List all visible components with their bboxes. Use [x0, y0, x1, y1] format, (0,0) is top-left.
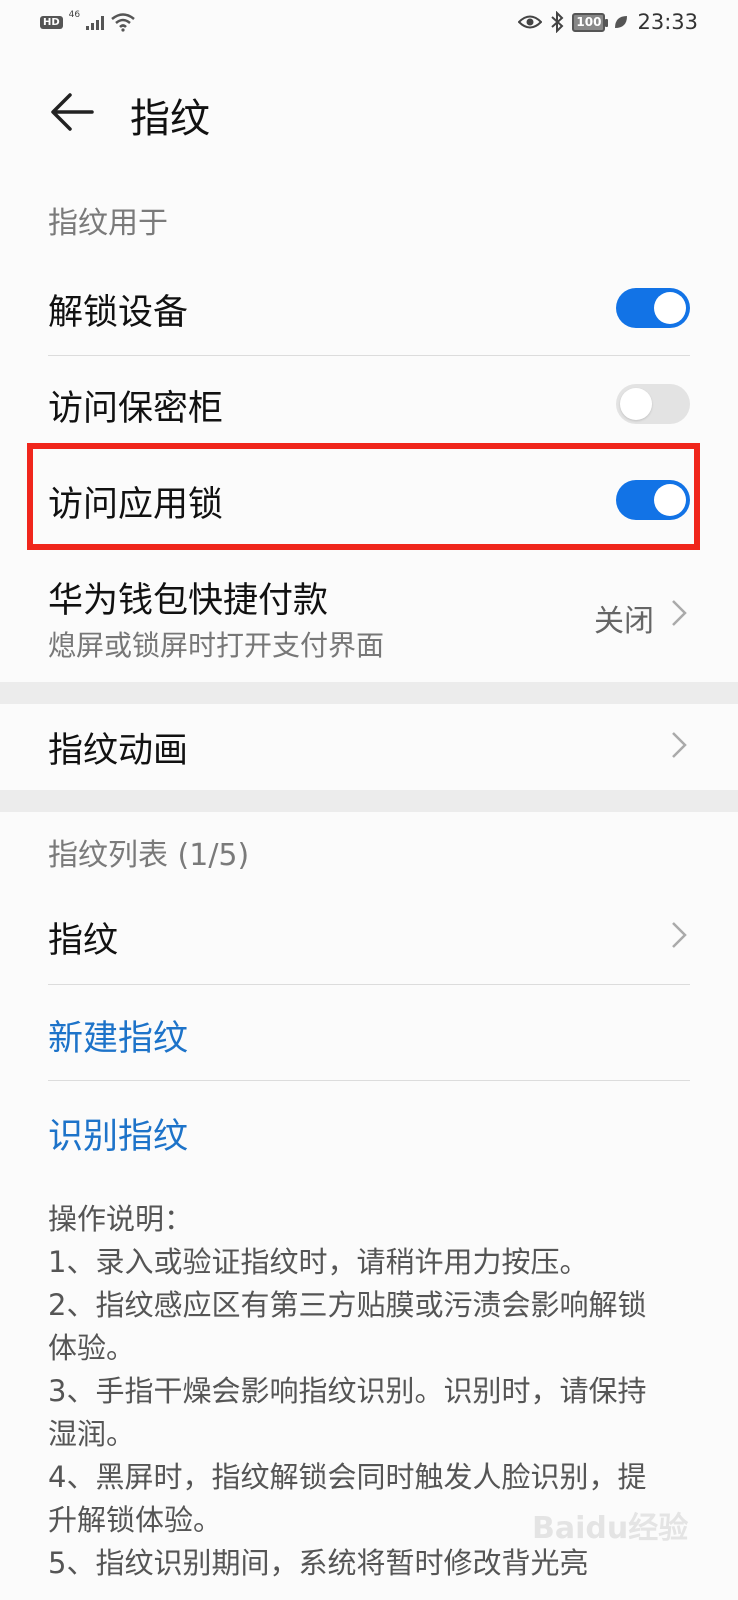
- bluetooth-icon: [551, 11, 564, 33]
- battery-icon: 100: [572, 12, 609, 32]
- watermark: Baidu经验: [532, 1495, 702, 1555]
- page-title: 指纹: [130, 96, 210, 142]
- divider: [48, 984, 690, 985]
- fingerprint-animation-row[interactable]: 指纹动画: [0, 704, 738, 790]
- highlight-box: [27, 443, 700, 550]
- wallet-label: 华为钱包快捷付款: [48, 581, 329, 621]
- new-fingerprint-link[interactable]: 新建指纹: [48, 1010, 188, 1061]
- unlock-device-switch[interactable]: [616, 288, 690, 328]
- status-right: 100 23:33: [518, 10, 698, 34]
- switch-knob: [620, 388, 652, 420]
- toggle-label: 解锁设备: [48, 293, 189, 333]
- wallet-sublabel: 熄屏或锁屏时打开支付界面: [48, 629, 385, 662]
- hd-badge: HD: [40, 15, 63, 29]
- safe-switch[interactable]: [616, 384, 690, 424]
- back-arrow-icon[interactable]: [44, 84, 100, 140]
- clock: 23:33: [637, 10, 698, 34]
- chevron-right-icon: [672, 600, 687, 626]
- instruction-heading: 操作说明：: [48, 1202, 194, 1236]
- leaf-icon: [615, 16, 628, 28]
- toggle-row-safe[interactable]: 访问保密柜: [0, 356, 738, 452]
- identify-fingerprint-link[interactable]: 识别指纹: [48, 1108, 188, 1159]
- toggle-row-unlock-device[interactable]: 解锁设备: [0, 262, 738, 356]
- instruction-item: 3、手指干燥会影响指纹识别。识别时，请保持湿润。: [48, 1374, 647, 1451]
- chevron-right-icon: [672, 922, 687, 948]
- wifi-icon: [111, 13, 135, 32]
- eye-icon: [518, 15, 543, 29]
- section-gap: [0, 682, 738, 704]
- toggle-label: 访问保密柜: [48, 389, 224, 429]
- status-left: HD 46: [40, 10, 136, 32]
- status-bar: HD 46 100 23:33: [0, 0, 738, 50]
- animation-label: 指纹动画: [48, 731, 189, 771]
- section-title-list: 指纹列表 (1/5): [48, 838, 250, 873]
- section-title-usage: 指纹用于: [48, 206, 168, 241]
- section-gap: [0, 790, 738, 812]
- wallet-quick-pay-row[interactable]: 华为钱包快捷付款 熄屏或锁屏时打开支付界面 关闭: [0, 560, 738, 670]
- switch-knob: [654, 292, 686, 324]
- network-type: 46: [68, 10, 81, 20]
- fingerprint-list-item[interactable]: 指纹: [0, 888, 738, 984]
- wallet-value: 关闭: [594, 604, 654, 639]
- fingerprint-item-label: 指纹: [48, 921, 119, 961]
- instruction-item: 2、指纹感应区有第三方贴膜或污渍会影响解锁体验。: [48, 1288, 647, 1365]
- fingerprint-settings-page: HD 46 100 23:33 指纹 指纹用于 解锁设备 访问保密柜 访问应用锁…: [0, 0, 738, 1600]
- chevron-right-icon: [672, 732, 687, 758]
- app-header: 指纹: [0, 62, 738, 162]
- signal-icon: [86, 14, 105, 30]
- watermark-text: Baidu经验: [532, 1511, 689, 1546]
- divider: [48, 1080, 690, 1081]
- instruction-item: 1、录入或验证指纹时，请稍许用力按压。: [48, 1245, 589, 1279]
